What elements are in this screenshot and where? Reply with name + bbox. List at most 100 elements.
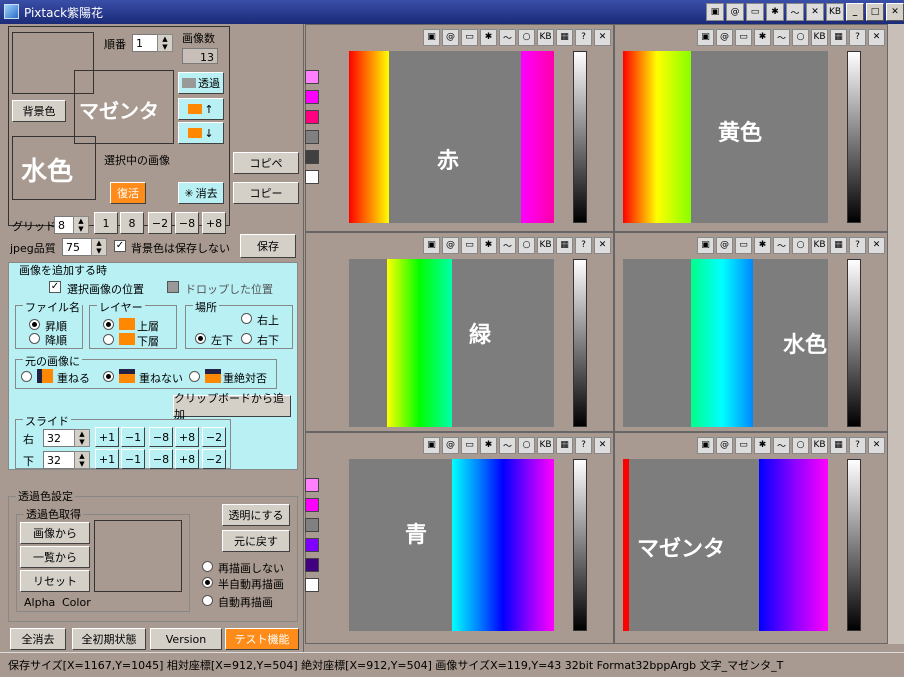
- spiral-icon[interactable]: @: [726, 3, 744, 21]
- curve-icon[interactable]: 〜: [499, 436, 516, 454]
- order-spinner[interactable]: ▲ ▼: [157, 34, 173, 52]
- circle-icon[interactable]: ○: [792, 28, 809, 46]
- circle-icon[interactable]: ○: [792, 436, 809, 454]
- curve-icon[interactable]: 〜: [773, 28, 790, 46]
- slide-down-plus8[interactable]: +8: [175, 449, 199, 469]
- bug-icon[interactable]: ✱: [754, 28, 771, 46]
- close-icon[interactable]: ✕: [868, 28, 885, 46]
- selected-position-checkbox[interactable]: ✓: [49, 281, 61, 293]
- help-icon[interactable]: ?: [849, 436, 866, 454]
- color-swatch[interactable]: [305, 170, 319, 184]
- clapper-icon[interactable]: ▦: [556, 236, 573, 254]
- drop-position-checkbox[interactable]: [167, 281, 179, 293]
- help-icon[interactable]: ?: [575, 28, 592, 46]
- kb-icon[interactable]: KB: [537, 436, 554, 454]
- slide-down-plus1[interactable]: +1: [95, 449, 119, 469]
- kb-icon[interactable]: KB: [811, 436, 828, 454]
- grid-button-minus8[interactable]: −8: [175, 212, 199, 234]
- background-color-button[interactable]: 背景色: [12, 100, 66, 122]
- canvas-red[interactable]: 赤: [349, 51, 554, 223]
- color-swatch[interactable]: [305, 498, 319, 512]
- grid-button-1[interactable]: 1: [94, 212, 118, 234]
- help-icon[interactable]: ?: [849, 236, 866, 254]
- jpeg-quality-input[interactable]: 75: [62, 238, 92, 256]
- undo-button[interactable]: 元に戻す: [222, 530, 290, 552]
- monitor-icon[interactable]: ▭: [746, 3, 764, 21]
- image-panel-cyan[interactable]: ▣ @ ▭ ✱ 〜 ○ KB ▦ ? ✕ 水色: [614, 232, 888, 432]
- monitor-icon[interactable]: ▭: [461, 436, 478, 454]
- no-redraw-radio[interactable]: [202, 561, 213, 572]
- top-right-radio[interactable]: [241, 313, 252, 324]
- maximize-button[interactable]: □: [866, 3, 884, 21]
- color-swatch[interactable]: [305, 70, 319, 84]
- color-swatch[interactable]: [305, 90, 319, 104]
- circle-icon[interactable]: ○: [518, 436, 535, 454]
- bug-icon[interactable]: ✱: [480, 436, 497, 454]
- help-icon[interactable]: ?: [575, 236, 592, 254]
- spiral-icon[interactable]: @: [442, 236, 459, 254]
- close-icon[interactable]: ✕: [868, 236, 885, 254]
- slide-right-minus2[interactable]: −2: [202, 427, 226, 447]
- canvas-yellow[interactable]: 黄色: [623, 51, 828, 223]
- snapshot-icon[interactable]: ▣: [423, 236, 440, 254]
- kb-icon[interactable]: KB: [811, 28, 828, 46]
- snapshot-icon[interactable]: ▣: [423, 28, 440, 46]
- slide-right-minus8[interactable]: −8: [149, 427, 173, 447]
- circle-icon[interactable]: ○: [792, 236, 809, 254]
- clapper-icon[interactable]: ▦: [830, 236, 847, 254]
- image-panel-blue[interactable]: ▣ @ ▭ ✱ 〜 ○ KB ▦ ? ✕ 青: [305, 432, 614, 644]
- circle-icon[interactable]: ○: [518, 236, 535, 254]
- test-feature-button[interactable]: テスト機能: [225, 628, 299, 650]
- color-swatch[interactable]: [305, 130, 319, 144]
- slide-down-minus1[interactable]: −1: [121, 449, 145, 469]
- grid-button-minus2[interactable]: −2: [148, 212, 172, 234]
- spiral-icon[interactable]: @: [716, 236, 733, 254]
- desc-radio[interactable]: [29, 333, 40, 344]
- initialize-all-button[interactable]: 全初期状態: [72, 628, 146, 650]
- no-save-bg-checkbox[interactable]: ✓: [114, 240, 126, 252]
- help-icon[interactable]: ?: [849, 28, 866, 46]
- color-swatch[interactable]: [305, 478, 319, 492]
- curve-icon[interactable]: 〜: [786, 3, 804, 21]
- image-panel-yellow[interactable]: ▣ @ ▭ ✱ 〜 ○ KB ▦ ? ✕ 黄色: [614, 24, 888, 232]
- spiral-icon[interactable]: @: [442, 28, 459, 46]
- grid-button-plus8[interactable]: +8: [202, 212, 226, 234]
- transparent-button[interactable]: 透過: [178, 72, 224, 94]
- slide-right-input[interactable]: 32: [43, 429, 75, 447]
- color-swatch[interactable]: [305, 150, 319, 164]
- curve-icon[interactable]: 〜: [773, 236, 790, 254]
- color-swatch[interactable]: [305, 558, 319, 572]
- from-image-button[interactable]: 画像から: [20, 522, 90, 544]
- curve-icon[interactable]: 〜: [773, 436, 790, 454]
- from-list-button[interactable]: 一覧から: [20, 546, 90, 568]
- jpeg-quality-spinner[interactable]: ▲ ▼: [91, 238, 107, 256]
- image-panel-red[interactable]: ▣ @ ▭ ✱ 〜 ○ KB ▦ ? ✕ 赤: [305, 24, 614, 232]
- erase-button[interactable]: ✳ 消去: [178, 182, 224, 204]
- bug-icon[interactable]: ✱: [754, 236, 771, 254]
- bug-icon[interactable]: ✱: [766, 3, 784, 21]
- version-button[interactable]: Version: [150, 628, 222, 650]
- monitor-icon[interactable]: ▭: [735, 236, 752, 254]
- slide-down-minus2[interactable]: −2: [202, 449, 226, 469]
- monitor-icon[interactable]: ▭: [735, 436, 752, 454]
- monitor-icon[interactable]: ▭: [461, 28, 478, 46]
- curve-icon[interactable]: 〜: [499, 28, 516, 46]
- snapshot-icon[interactable]: ▣: [697, 28, 714, 46]
- image-panel-green[interactable]: ▣ @ ▭ ✱ 〜 ○ KB ▦ ? ✕ 緑: [305, 232, 614, 432]
- semi-auto-redraw-radio[interactable]: [202, 577, 213, 588]
- make-transparent-button[interactable]: 透明にする: [222, 504, 290, 526]
- grid-input[interactable]: 8: [54, 216, 74, 234]
- snapshot-icon[interactable]: ▣: [706, 3, 724, 21]
- image-panel-magenta[interactable]: ▣ @ ▭ ✱ 〜 ○ KB ▦ ? ✕ マゼンタ: [614, 432, 888, 644]
- snapshot-icon[interactable]: ▣: [697, 236, 714, 254]
- slide-down-minus8[interactable]: −8: [149, 449, 173, 469]
- canvas-green[interactable]: 緑: [349, 259, 554, 427]
- slide-down-spinner[interactable]: ▲ ▼: [74, 451, 90, 469]
- lower-layer-radio[interactable]: [103, 334, 114, 345]
- slide-right-plus1[interactable]: +1: [95, 427, 119, 447]
- no-overlap-radio[interactable]: [103, 371, 114, 382]
- grid-spinner[interactable]: ▲ ▼: [73, 216, 89, 234]
- add-from-clipboard-button[interactable]: クリップボードから追加: [173, 392, 291, 421]
- clapper-icon[interactable]: ▦: [556, 436, 573, 454]
- snapshot-icon[interactable]: ▣: [423, 436, 440, 454]
